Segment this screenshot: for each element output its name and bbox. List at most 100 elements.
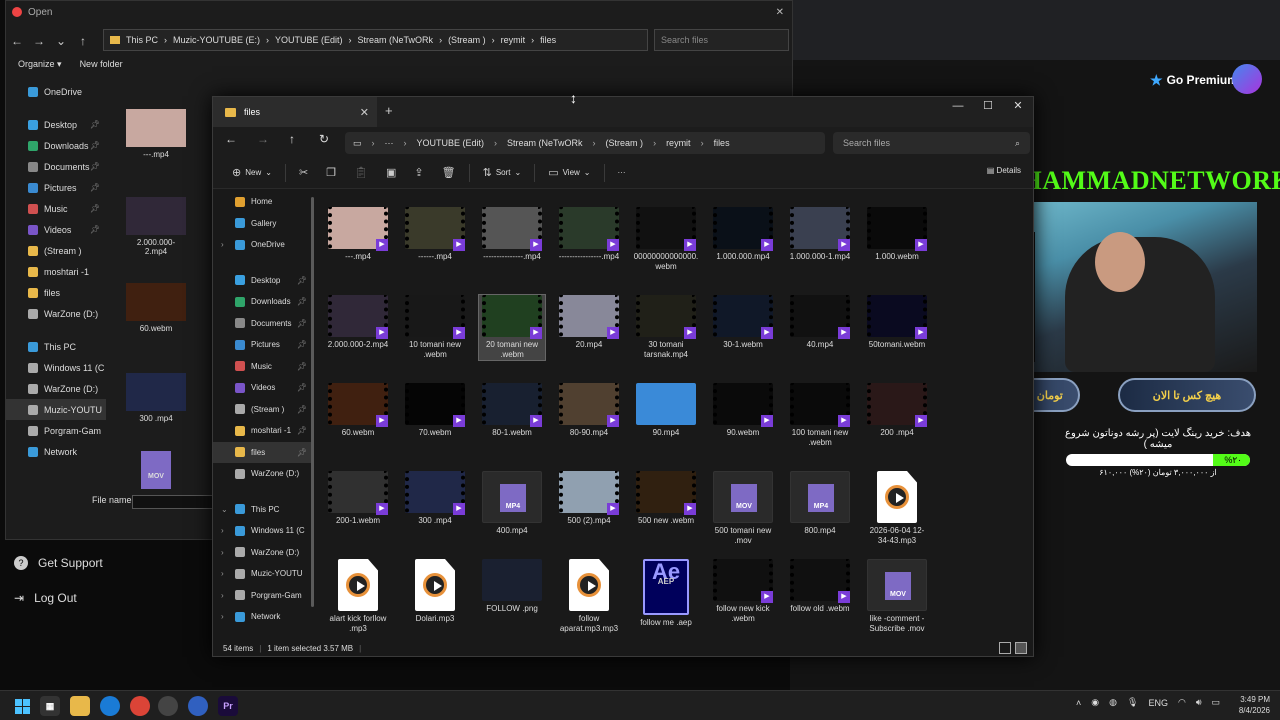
pin-icon[interactable]: 📌︎ [297, 319, 307, 328]
sidebar-item[interactable]: WarZone (D:) [6, 378, 106, 399]
file-item[interactable]: ▶ 10 tomani new .webm [402, 295, 468, 360]
address-crumb[interactable]: (Stream ) [448, 35, 486, 45]
address-crumb[interactable]: YOUTUBE (Edit) [275, 35, 343, 45]
sort-button[interactable]: ⇅ Sort ⌄ [474, 166, 531, 179]
close-icon[interactable]: ✕ [776, 7, 784, 18]
sidebar-item[interactable]: › Windows 11 (C [213, 520, 313, 542]
list-item[interactable]: ---.mp4 [126, 109, 186, 159]
app-tray-icon[interactable]: ◉ [1091, 697, 1099, 708]
obs-icon[interactable] [158, 696, 178, 716]
sidebar-item[interactable]: › OneDrive [213, 234, 313, 256]
sidebar-item[interactable]: Videos 📌︎ [6, 219, 106, 240]
pin-icon[interactable]: 📌︎ [297, 276, 307, 285]
new-button[interactable]: ⊕ New ⌄ [223, 166, 281, 179]
edge-icon[interactable] [100, 696, 120, 716]
sidebar-item[interactable]: Pictures 📌︎ [6, 177, 106, 198]
pin-icon[interactable]: 📌︎ [297, 362, 307, 371]
copy-button[interactable]: ❐ [317, 166, 345, 179]
back-icon[interactable]: ← [225, 132, 237, 146]
file-item[interactable]: ▶ 300 .mp4 [402, 471, 468, 526]
pin-icon[interactable]: 📌︎ [90, 162, 100, 171]
file-item[interactable]: ▶ 90.webm [710, 383, 776, 438]
tiles-view-icon[interactable] [1015, 642, 1027, 654]
sidebar-item[interactable]: Desktop 📌︎ [6, 114, 106, 135]
battery-icon[interactable]: ▭ [1211, 697, 1220, 708]
file-explorer-icon[interactable] [70, 696, 90, 716]
file-item[interactable]: ▶ 2.000.000-2.mp4 [325, 295, 391, 350]
file-item[interactable]: ▶ 20 tomani new .webm [478, 294, 546, 361]
network-tray-icon[interactable]: ◍ [1109, 697, 1117, 708]
file-item[interactable]: ▶ 500 (2).mp4 [556, 471, 622, 526]
new-folder-button[interactable]: New folder [80, 59, 123, 70]
sidebar-item[interactable]: WarZone (D:) [213, 463, 313, 485]
windows-start-icon[interactable] [12, 696, 32, 716]
pin-icon[interactable]: 📌︎ [297, 405, 307, 414]
file-item[interactable]: ▶ 80-1.webm [479, 383, 545, 438]
sidebar-item[interactable]: moshtari -1 [6, 261, 106, 282]
details-view-icon[interactable] [999, 642, 1011, 654]
sidebar-item[interactable]: moshtari -1 📌︎ [213, 420, 313, 442]
file-item[interactable]: ▶ 70.webm [402, 383, 468, 438]
forward-icon[interactable]: → [257, 132, 269, 146]
file-item[interactable]: MP4 800.mp4 [787, 471, 853, 536]
pin-icon[interactable]: 📌︎ [297, 426, 307, 435]
sidebar-item[interactable]: Music 📌︎ [6, 198, 106, 219]
file-item[interactable]: ▶ ------.mp4 [402, 207, 468, 262]
open-search-input[interactable]: Search files [654, 29, 789, 51]
file-item[interactable]: ▶ follow new kick .webm [710, 559, 776, 624]
back-icon[interactable]: ← [6, 34, 28, 48]
sidebar-item[interactable]: Music 📌︎ [213, 356, 313, 378]
list-item[interactable]: 60.webm [126, 283, 186, 333]
file-item[interactable]: Ae AEP follow me .aep [633, 559, 699, 628]
sidebar-item[interactable]: Windows 11 (C [6, 357, 106, 378]
file-item[interactable]: MOV like -comment -Subscribe .mov [864, 559, 930, 634]
app-icon[interactable] [188, 696, 208, 716]
microphone-icon[interactable]: 🎙︎ [1127, 697, 1138, 708]
share-button[interactable]: ⇪ [405, 166, 432, 179]
sidebar-item[interactable]: Desktop 📌︎ [213, 270, 313, 292]
address-crumb[interactable]: files [714, 138, 730, 148]
sidebar-item[interactable]: Pictures 📌︎ [213, 334, 313, 356]
file-item[interactable]: follow aparat.mp3.mp3 [556, 559, 622, 634]
search-input[interactable]: Search files ⌕ [833, 132, 1030, 154]
chevron-right-icon[interactable]: › [221, 240, 224, 249]
file-item[interactable]: ▶ 500 new .webm [633, 471, 699, 526]
avatar[interactable] [1232, 64, 1262, 94]
sidebar-item[interactable]: › Muzic-YOUTU [213, 563, 313, 585]
view-button[interactable]: ▭ View ⌄ [539, 166, 599, 179]
file-item[interactable]: ▶ 1.000.000-1.mp4 [787, 207, 853, 262]
file-item[interactable]: ▶ 60.webm [325, 383, 391, 438]
task-view-icon[interactable]: ▦ [40, 696, 60, 716]
overflow-crumb[interactable]: ··· [385, 138, 394, 148]
address-crumb[interactable]: YOUTUBE (Edit) [417, 138, 485, 148]
sidebar-item[interactable]: Network [6, 441, 106, 462]
pin-icon[interactable]: 📌︎ [297, 383, 307, 392]
chevron-down-icon[interactable]: ⌄ [221, 505, 228, 514]
pin-icon[interactable]: 📌︎ [90, 183, 100, 192]
details-button[interactable]: ▤ Details [987, 166, 1021, 175]
file-item[interactable]: ▶ 20.mp4 [556, 295, 622, 350]
file-item[interactable]: ▶ 80-90.mp4 [556, 383, 622, 438]
sidebar-item[interactable]: Porgram-Gam [6, 420, 106, 441]
sidebar-item[interactable]: Downloads 📌︎ [213, 291, 313, 313]
sidebar-item[interactable]: ⌄ This PC [213, 499, 313, 521]
refresh-icon[interactable]: ↻ [319, 132, 329, 146]
sidebar-item[interactable]: WarZone (D:) [6, 303, 106, 324]
sidebar-item[interactable]: Videos 📌︎ [213, 377, 313, 399]
file-item[interactable]: ▶ 00000000000000.webm [633, 207, 699, 272]
close-icon[interactable]: ✕ [360, 106, 369, 119]
sidebar-item[interactable]: Gallery [213, 213, 313, 235]
tab-files[interactable]: files ✕ [213, 97, 377, 127]
more-options-button[interactable]: ··· [609, 168, 635, 177]
wifi-icon[interactable]: ◠ [1178, 697, 1186, 708]
pin-icon[interactable]: 📌︎ [90, 141, 100, 150]
chevron-right-icon[interactable]: › [221, 548, 224, 557]
sidebar-item[interactable]: (Stream ) [6, 240, 106, 261]
open-address-bar[interactable]: This PC › Muzic-YOUTUBE (E:) › YOUTUBE (Ed… [103, 29, 648, 51]
address-bar[interactable]: ▭ › ··· › YOUTUBE (Edit) › Stream (NeTwORk ›… [345, 132, 825, 154]
sidebar-item[interactable]: files [6, 282, 106, 303]
file-item[interactable]: alart kick forllow .mp3 [325, 559, 391, 634]
address-crumb[interactable]: This PC [126, 35, 158, 45]
address-crumb[interactable]: files [540, 35, 556, 45]
sidebar-item[interactable]: This PC [6, 336, 106, 357]
